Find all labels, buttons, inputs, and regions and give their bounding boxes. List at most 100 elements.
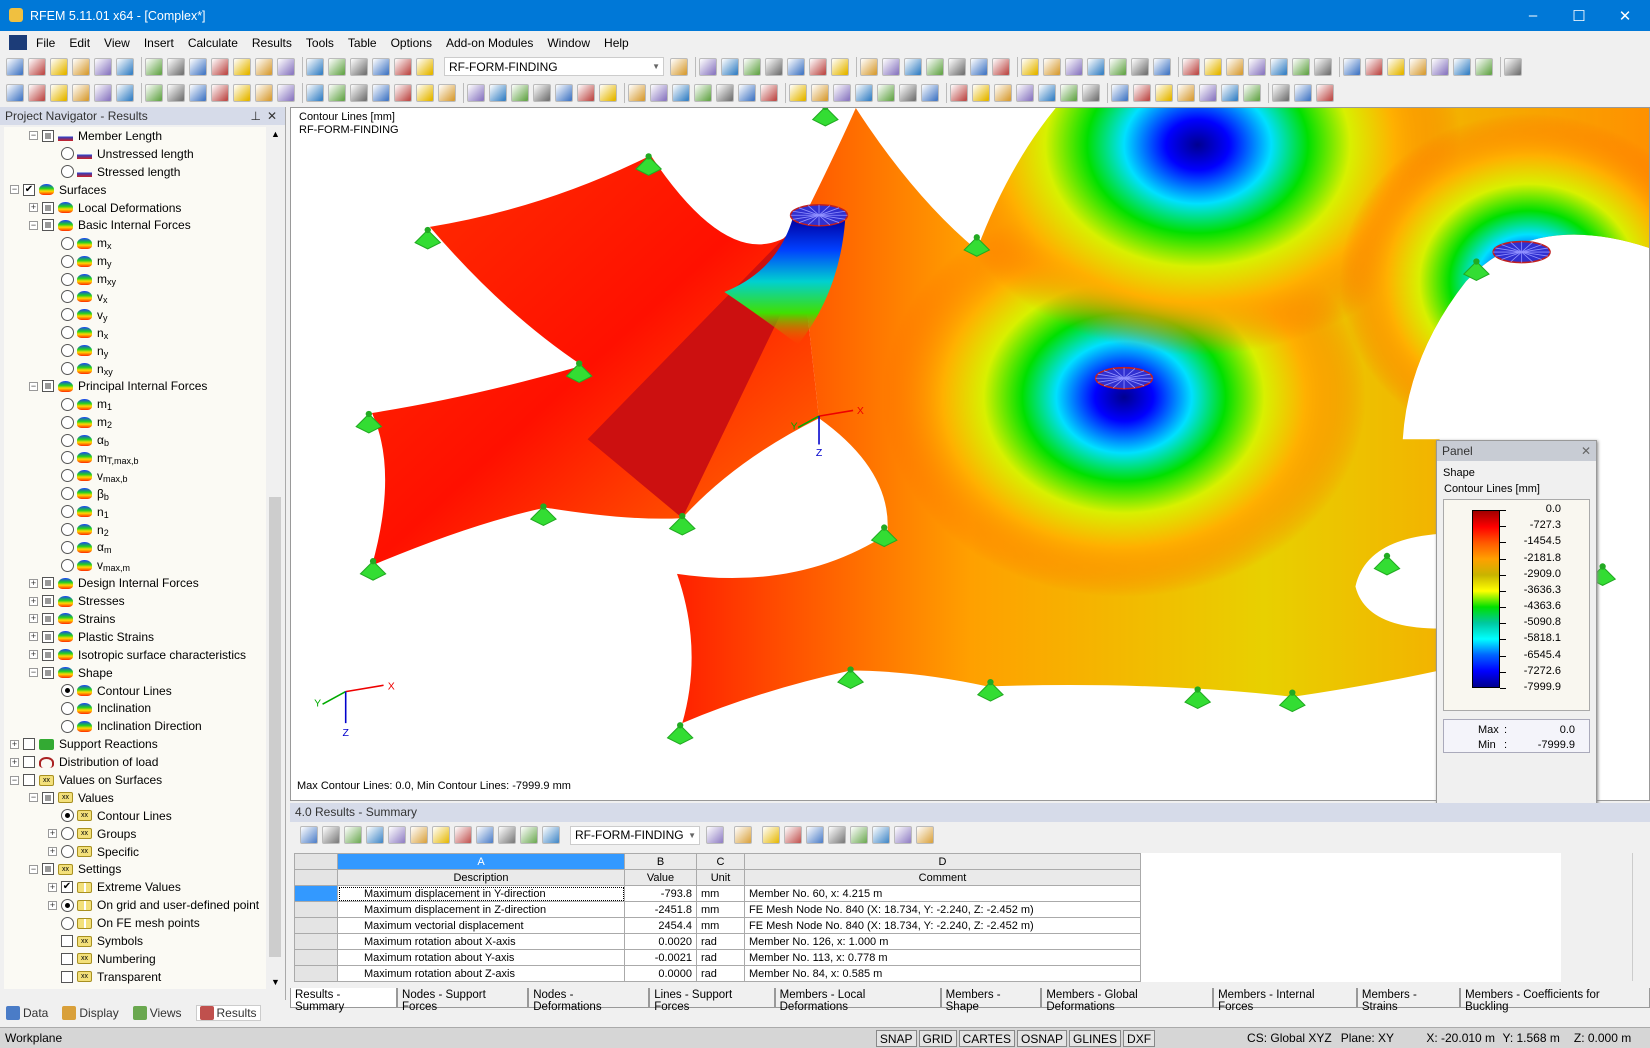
unit-cell[interactable]: mm (696, 917, 745, 934)
toolbar-button-icon[interactable] (1111, 83, 1129, 102)
radio-button[interactable] (61, 433, 74, 447)
radio-button[interactable] (61, 540, 74, 554)
toolbar-button-icon[interactable] (899, 83, 917, 102)
checkbox[interactable] (42, 666, 54, 679)
toolbar-button-icon[interactable] (628, 83, 646, 102)
checkbox[interactable] (23, 738, 35, 751)
tree-item[interactable]: n1 (4, 503, 266, 521)
results-tab[interactable]: Lines - Support Forces (649, 988, 775, 1013)
toolbar-button-icon[interactable] (211, 57, 229, 76)
tree-item[interactable]: Contour Lines (4, 682, 266, 700)
tree-item[interactable]: xx Symbols (4, 932, 266, 950)
expand-icon[interactable]: + (10, 757, 19, 767)
radio-button[interactable] (61, 308, 74, 322)
status-toggle-osnap[interactable]: OSNAP (1017, 1029, 1068, 1047)
tree-item[interactable]: − xx Settings (4, 861, 266, 879)
results-toolbar-button-icon[interactable] (784, 826, 802, 844)
expand-icon[interactable]: + (48, 847, 57, 857)
menu-calculate[interactable]: Calculate (188, 36, 238, 50)
tree-item[interactable]: m2 (4, 413, 266, 431)
expand-icon[interactable]: + (48, 829, 57, 839)
tree-item[interactable]: βb (4, 485, 266, 503)
toolbar-button-icon[interactable] (765, 57, 783, 76)
toolbar-button-icon[interactable] (1131, 57, 1149, 76)
tree-item[interactable]: + Isotropic surface characteristics (4, 646, 266, 664)
checkbox[interactable] (23, 774, 35, 786)
toolbar-button-icon[interactable] (1043, 57, 1061, 76)
close-icon[interactable]: ✕ (267, 107, 277, 125)
toolbar-button-icon[interactable] (1431, 57, 1449, 76)
radio-button[interactable] (61, 254, 74, 268)
status-toggle-grid[interactable]: GRID (918, 1029, 957, 1047)
column-letter[interactable]: A (337, 853, 625, 870)
tree-item[interactable]: v max,b (4, 467, 266, 485)
toolbar-button-icon[interactable] (94, 57, 112, 76)
toolbar-button-icon[interactable] (167, 83, 185, 102)
toolbar-button-icon[interactable] (1133, 83, 1151, 102)
tree-item[interactable]: vx (4, 288, 266, 306)
expand-icon[interactable]: + (29, 203, 38, 212)
toolbar-button-icon[interactable] (6, 83, 24, 102)
comment-cell[interactable]: Member No. 113, x: 0.778 m (744, 949, 1141, 966)
tree-item[interactable]: + Support Reactions (4, 735, 266, 753)
value-cell[interactable]: -2451.8 (624, 901, 697, 918)
toolbar-button-icon[interactable] (1060, 83, 1078, 102)
tree-item[interactable]: − Shape (4, 664, 266, 682)
results-toolbar-button-icon[interactable] (410, 826, 428, 844)
toolbar-button-icon[interactable] (1504, 57, 1522, 76)
checkbox[interactable] (61, 935, 73, 948)
value-cell[interactable]: 2454.4 (624, 917, 697, 934)
expand-icon[interactable]: + (29, 632, 38, 642)
navigator-tab-results[interactable]: Results (195, 1005, 261, 1021)
description-cell[interactable]: Maximum displacement in Z-direction (337, 901, 625, 918)
table-row[interactable]: Maximum rotation about Y-axis -0.0021 rad M… (294, 949, 1561, 966)
tree-item[interactable]: Unstressed length (4, 145, 266, 163)
results-toolbar-button-icon[interactable] (706, 826, 724, 844)
checkbox[interactable] (42, 129, 54, 142)
toolbar-button-icon[interactable] (350, 57, 368, 76)
checkbox[interactable] (42, 219, 54, 232)
tree-item[interactable]: Inclination Direction (4, 717, 266, 735)
menu-add-on-modules[interactable]: Add-on Modules (446, 36, 533, 50)
unit-cell[interactable]: mm (696, 901, 745, 918)
column-letter[interactable]: C (696, 853, 745, 870)
unit-cell[interactable]: rad (696, 949, 745, 966)
checkbox[interactable] (42, 612, 54, 625)
tree-item[interactable]: v max,m (4, 556, 266, 574)
toolbar-button-icon[interactable] (672, 83, 690, 102)
column-header[interactable]: Value (624, 869, 697, 886)
toolbar-button-icon[interactable] (416, 57, 434, 76)
value-cell[interactable]: 0.0000 (624, 965, 697, 982)
description-cell[interactable]: Maximum rotation about Y-axis (337, 949, 625, 966)
toolbar-button-icon[interactable] (72, 83, 90, 102)
collapse-icon[interactable]: − (29, 668, 38, 678)
radio-button[interactable] (61, 505, 74, 519)
toolbar-button-icon[interactable] (1243, 83, 1261, 102)
toolbar-button-icon[interactable] (760, 83, 778, 102)
toolbar-button-icon[interactable] (255, 83, 273, 102)
radio-button[interactable] (61, 290, 74, 304)
toolbar-button-icon[interactable] (882, 57, 900, 76)
results-toolbar-button-icon[interactable] (734, 826, 752, 844)
toolbar-button-icon[interactable] (1153, 57, 1171, 76)
results-toolbar-button-icon[interactable] (322, 826, 340, 844)
collapse-icon[interactable]: − (29, 131, 38, 141)
toolbar-button-icon[interactable] (650, 83, 668, 102)
row-header[interactable] (294, 965, 338, 982)
results-toolbar-button-icon[interactable] (872, 826, 890, 844)
status-toggle-glines[interactable]: GLINES (1069, 1029, 1122, 1047)
toolbar-button-icon[interactable] (1016, 83, 1034, 102)
toolbar-button-icon[interactable] (394, 83, 412, 102)
toolbar-button-icon[interactable] (789, 83, 807, 102)
tree-item[interactable]: n xy (4, 360, 266, 378)
toolbar-button-icon[interactable] (72, 57, 90, 76)
radio-button[interactable] (61, 809, 74, 823)
toolbar-button-icon[interactable] (787, 57, 805, 76)
value-cell[interactable]: 0.0020 (624, 933, 697, 950)
radio-button[interactable] (61, 415, 74, 429)
toolbar-button-icon[interactable] (1365, 57, 1383, 76)
toolbar-button-icon[interactable] (116, 57, 134, 76)
results-tab[interactable]: Results - Summary (290, 988, 398, 1013)
toolbar-button-icon[interactable] (6, 57, 24, 76)
menu-table[interactable]: Table (348, 36, 377, 50)
